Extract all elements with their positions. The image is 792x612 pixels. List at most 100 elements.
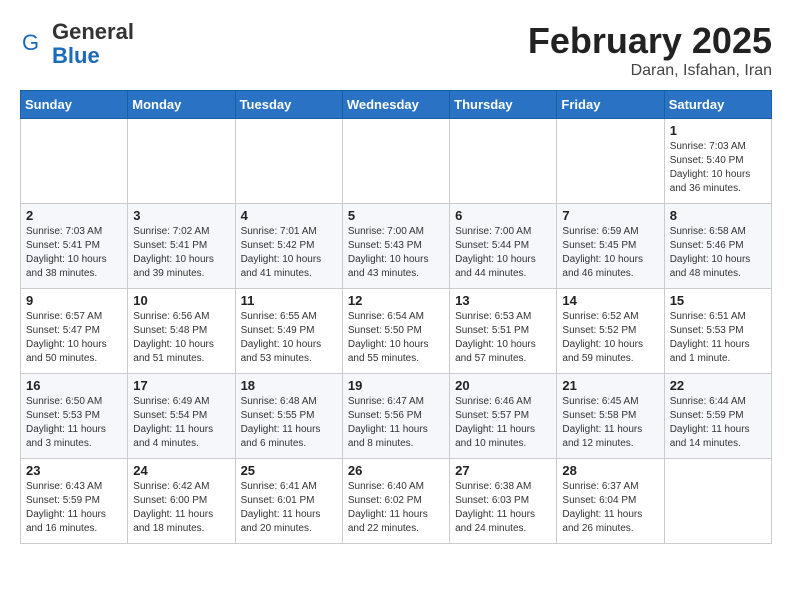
- day-number: 15: [670, 293, 766, 308]
- calendar-cell: 8 Sunrise: 6:58 AM Sunset: 5:46 PM Daylig…: [664, 204, 771, 289]
- calendar-cell: 14 Sunrise: 6:52 AM Sunset: 5:52 PM Dayli…: [557, 289, 664, 374]
- day-number: 8: [670, 208, 766, 223]
- day-number: 7: [562, 208, 658, 223]
- day-number: 25: [241, 463, 337, 478]
- day-number: 5: [348, 208, 444, 223]
- day-number: 13: [455, 293, 551, 308]
- day-info: Sunrise: 6:52 AM Sunset: 5:52 PM Dayligh…: [562, 310, 658, 366]
- day-number: 26: [348, 463, 444, 478]
- calendar-cell: 4Sunrise: 7:01 AM Sunset: 5:42 PM Daylig…: [235, 204, 342, 289]
- calendar-cell: [21, 119, 128, 204]
- day-number: 14: [562, 293, 658, 308]
- day-info: Sunrise: 6:41 AM Sunset: 6:01 PM Dayligh…: [241, 480, 337, 536]
- day-number: 12: [348, 293, 444, 308]
- day-info: Sunrise: 7:00 AM Sunset: 5:44 PM Dayligh…: [455, 225, 551, 281]
- calendar-cell: 7 Sunrise: 6:59 AM Sunset: 5:45 PM Daylig…: [557, 204, 664, 289]
- day-number: 6: [455, 208, 551, 223]
- calendar-cell: 13 Sunrise: 6:53 AM Sunset: 5:51 PM Dayli…: [450, 289, 557, 374]
- day-info: Sunrise: 6:40 AM Sunset: 6:02 PM Dayligh…: [348, 480, 444, 536]
- day-number: 1: [670, 123, 766, 138]
- day-number: 19: [348, 378, 444, 393]
- calendar-cell: 9 Sunrise: 6:57 AM Sunset: 5:47 PM Daylig…: [21, 289, 128, 374]
- day-info: Sunrise: 6:46 AM Sunset: 5:57 PM Dayligh…: [455, 395, 551, 451]
- day-info: Sunrise: 7:03 AM Sunset: 5:40 PM Dayligh…: [670, 140, 766, 196]
- calendar-cell: [557, 119, 664, 204]
- day-number: 4: [241, 208, 337, 223]
- day-info: Sunrise: 6:57 AM Sunset: 5:47 PM Dayligh…: [26, 310, 122, 366]
- calendar-cell: 2 Sunrise: 7:03 AM Sunset: 5:41 PM Daylig…: [21, 204, 128, 289]
- day-info: Sunrise: 6:59 AM Sunset: 5:45 PM Dayligh…: [562, 225, 658, 281]
- day-number: 17: [133, 378, 229, 393]
- calendar-cell: [128, 119, 235, 204]
- day-info: Sunrise: 6:55 AM Sunset: 5:49 PM Dayligh…: [241, 310, 337, 366]
- calendar-cell: 1 Sunrise: 7:03 AM Sunset: 5:40 PM Daylig…: [664, 119, 771, 204]
- calendar-cell: 22 Sunrise: 6:44 AM Sunset: 5:59 PM Dayli…: [664, 374, 771, 459]
- calendar-table: SundayMondayTuesdayWednesdayThursdayFrid…: [20, 90, 772, 544]
- calendar-cell: 21Sunrise: 6:45 AM Sunset: 5:58 PM Dayli…: [557, 374, 664, 459]
- title-block: February 2025 Daran, Isfahan, Iran: [528, 20, 772, 80]
- day-number: 9: [26, 293, 122, 308]
- calendar-week-4: 16 Sunrise: 6:50 AM Sunset: 5:53 PM Dayli…: [21, 374, 772, 459]
- calendar-cell: 26 Sunrise: 6:40 AM Sunset: 6:02 PM Dayli…: [342, 459, 449, 544]
- weekday-header-tuesday: Tuesday: [235, 91, 342, 119]
- calendar-cell: 28 Sunrise: 6:37 AM Sunset: 6:04 PM Dayli…: [557, 459, 664, 544]
- weekday-header-friday: Friday: [557, 91, 664, 119]
- logo-general-text: General: [52, 19, 134, 44]
- day-info: Sunrise: 6:43 AM Sunset: 5:59 PM Dayligh…: [26, 480, 122, 536]
- day-info: Sunrise: 6:54 AM Sunset: 5:50 PM Dayligh…: [348, 310, 444, 366]
- day-number: 2: [26, 208, 122, 223]
- calendar-cell: 18Sunrise: 6:48 AM Sunset: 5:55 PM Dayli…: [235, 374, 342, 459]
- day-info: Sunrise: 6:44 AM Sunset: 5:59 PM Dayligh…: [670, 395, 766, 451]
- calendar-cell: 16 Sunrise: 6:50 AM Sunset: 5:53 PM Dayli…: [21, 374, 128, 459]
- day-info: Sunrise: 6:58 AM Sunset: 5:46 PM Dayligh…: [670, 225, 766, 281]
- day-info: Sunrise: 6:42 AM Sunset: 6:00 PM Dayligh…: [133, 480, 229, 536]
- day-info: Sunrise: 6:47 AM Sunset: 5:56 PM Dayligh…: [348, 395, 444, 451]
- calendar-week-3: 9 Sunrise: 6:57 AM Sunset: 5:47 PM Daylig…: [21, 289, 772, 374]
- day-number: 27: [455, 463, 551, 478]
- calendar-cell: 3 Sunrise: 7:02 AM Sunset: 5:41 PM Daylig…: [128, 204, 235, 289]
- calendar-cell: 12 Sunrise: 6:54 AM Sunset: 5:50 PM Dayli…: [342, 289, 449, 374]
- day-info: Sunrise: 6:38 AM Sunset: 6:03 PM Dayligh…: [455, 480, 551, 536]
- day-number: 11: [241, 293, 337, 308]
- day-number: 24: [133, 463, 229, 478]
- day-info: Sunrise: 7:00 AM Sunset: 5:43 PM Dayligh…: [348, 225, 444, 281]
- weekday-header-wednesday: Wednesday: [342, 91, 449, 119]
- weekday-header-monday: Monday: [128, 91, 235, 119]
- day-number: 16: [26, 378, 122, 393]
- location-subtitle: Daran, Isfahan, Iran: [528, 62, 772, 80]
- calendar-cell: 19 Sunrise: 6:47 AM Sunset: 5:56 PM Dayli…: [342, 374, 449, 459]
- day-number: 21: [562, 378, 658, 393]
- day-number: 3: [133, 208, 229, 223]
- calendar-week-2: 2 Sunrise: 7:03 AM Sunset: 5:41 PM Daylig…: [21, 204, 772, 289]
- day-number: 28: [562, 463, 658, 478]
- day-number: 22: [670, 378, 766, 393]
- day-number: 20: [455, 378, 551, 393]
- page-header: G General Blue February 2025 Daran, Isfa…: [20, 20, 772, 80]
- day-info: Sunrise: 6:53 AM Sunset: 5:51 PM Dayligh…: [455, 310, 551, 366]
- calendar-cell: 23 Sunrise: 6:43 AM Sunset: 5:59 PM Dayli…: [21, 459, 128, 544]
- calendar-cell: [664, 459, 771, 544]
- logo-blue-text: Blue: [52, 43, 100, 68]
- day-info: Sunrise: 6:48 AM Sunset: 5:55 PM Dayligh…: [241, 395, 337, 451]
- day-info: Sunrise: 6:37 AM Sunset: 6:04 PM Dayligh…: [562, 480, 658, 536]
- svg-text:G: G: [22, 30, 39, 55]
- calendar-cell: 20 Sunrise: 6:46 AM Sunset: 5:57 PM Dayli…: [450, 374, 557, 459]
- day-info: Sunrise: 7:03 AM Sunset: 5:41 PM Dayligh…: [26, 225, 122, 281]
- day-info: Sunrise: 7:02 AM Sunset: 5:41 PM Dayligh…: [133, 225, 229, 281]
- day-info: Sunrise: 6:51 AM Sunset: 5:53 PM Dayligh…: [670, 310, 766, 366]
- calendar-cell: [450, 119, 557, 204]
- calendar-cell: 10Sunrise: 6:56 AM Sunset: 5:48 PM Dayli…: [128, 289, 235, 374]
- calendar-cell: 25 Sunrise: 6:41 AM Sunset: 6:01 PM Dayli…: [235, 459, 342, 544]
- month-title: February 2025: [528, 20, 772, 62]
- day-info: Sunrise: 6:50 AM Sunset: 5:53 PM Dayligh…: [26, 395, 122, 451]
- calendar-cell: 24 Sunrise: 6:42 AM Sunset: 6:00 PM Dayli…: [128, 459, 235, 544]
- logo: G General Blue: [20, 20, 134, 68]
- day-info: Sunrise: 6:56 AM Sunset: 5:48 PM Dayligh…: [133, 310, 229, 366]
- calendar-week-1: 1 Sunrise: 7:03 AM Sunset: 5:40 PM Daylig…: [21, 119, 772, 204]
- weekday-header-saturday: Saturday: [664, 91, 771, 119]
- calendar-cell: 5 Sunrise: 7:00 AM Sunset: 5:43 PM Daylig…: [342, 204, 449, 289]
- weekday-header-thursday: Thursday: [450, 91, 557, 119]
- day-number: 23: [26, 463, 122, 478]
- calendar-cell: 27 Sunrise: 6:38 AM Sunset: 6:03 PM Dayli…: [450, 459, 557, 544]
- weekday-header-row: SundayMondayTuesdayWednesdayThursdayFrid…: [21, 91, 772, 119]
